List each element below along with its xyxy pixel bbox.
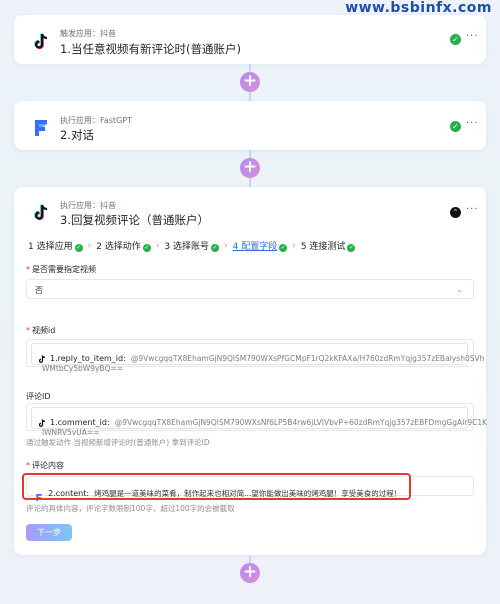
chat-step-card[interactable]: 执行应用：FastGPT 2.对话 ✓ ··· <box>14 101 486 150</box>
trigger-app-label: 触发应用：抖音 <box>60 29 116 38</box>
variable-value: @9VwcgqqTX8EhamGjN9QlSM790WXsPfGCMpF1rQ2… <box>130 354 485 363</box>
variable-tag[interactable]: 1.comment_id: @9VwcgqqTX8EhamGjN9QlSM790… <box>31 407 487 437</box>
tiktok-icon <box>30 202 52 224</box>
check-icon: ✓ <box>211 244 219 252</box>
add-step-button[interactable]: + <box>240 563 260 583</box>
chevron-right-icon: › <box>87 240 92 251</box>
more-icon[interactable]: ··· <box>466 31 479 42</box>
comment-id-field[interactable]: 1.comment_id: @9VwcgqqTX8EhamGjN9QlSM790… <box>26 403 487 437</box>
action-app-label: 执行应用：FastGPT <box>60 116 132 125</box>
chevron-right-icon: › <box>155 240 160 251</box>
variable-value-continued: lWNRV5vUA== <box>42 428 100 437</box>
variable-value: @9VwcgqqTX8EhamGjN9QlSM790WXsNf6LP5B4rw6… <box>114 418 488 427</box>
specify-video-value: 否 <box>35 286 43 295</box>
comment-id-label: 评论ID <box>26 392 51 401</box>
chevron-down-icon: ⌄ <box>456 285 463 294</box>
variable-value-continued: WMtbCy5bW9yBQ== <box>42 364 124 373</box>
add-step-button[interactable]: + <box>240 72 260 92</box>
step-connection-test[interactable]: 5 连接测试 ✓ <box>301 239 356 252</box>
check-icon: ✓ <box>142 244 151 252</box>
step-config-fields[interactable]: 4 配置字段 ✓ <box>233 239 288 252</box>
check-icon: ✓ <box>74 244 83 252</box>
add-step-button[interactable]: + <box>240 158 260 178</box>
specify-video-select[interactable]: 否 ⌄ <box>26 279 474 299</box>
reply-app-label: 执行应用：抖音 <box>60 201 116 210</box>
chevron-right-icon: › <box>224 240 228 251</box>
trigger-step-title: 1.当任意视频有新评论时(普通账户) <box>60 42 241 56</box>
check-icon: ✓ <box>450 121 461 132</box>
reply-step-title: 3.回复视频评论（普通账户） <box>60 213 209 227</box>
chevron-right-icon: › <box>292 240 296 251</box>
check-icon: ✓ <box>450 34 461 45</box>
config-steps: 1 选择应用 ✓ › 2 选择动作 ✓ › 3 选择账号 ✓ › 4 配置字段 ✓ › … <box>28 239 356 252</box>
variable-tag[interactable]: 1.reply_to_item_id: @9VwcgqqTX8EhamGjN9Q… <box>31 343 484 373</box>
trigger-step-card[interactable]: 触发应用：抖音 1.当任意视频有新评论时(普通账户) ✓ ··· <box>14 15 486 64</box>
connector-line <box>249 178 251 187</box>
more-icon[interactable]: ··· <box>466 204 479 215</box>
step-select-account[interactable]: 3 选择账号 ✓ <box>164 239 219 252</box>
video-id-field[interactable]: 1.reply_to_item_id: @9VwcgqqTX8EhamGjN9Q… <box>26 339 484 373</box>
next-step-button[interactable]: 下一步 <box>26 524 72 541</box>
specify-video-label: * 是否需要指定视频 <box>26 265 96 274</box>
comment-content-label: * 评论内容 <box>26 461 64 470</box>
collapse-icon[interactable]: ⌃ <box>450 207 461 218</box>
check-icon: ✓ <box>347 244 356 252</box>
more-icon[interactable]: ··· <box>466 118 479 129</box>
fastgpt-icon <box>30 117 52 139</box>
step-select-action[interactable]: 2 选择动作 ✓ <box>96 239 151 252</box>
video-id-label: * 视频id <box>26 326 56 335</box>
connector-line <box>249 92 251 101</box>
comment-id-hint: 通过触发动作 当视频新增评论时(普通账户) 拿到评论ID <box>26 438 210 447</box>
highlight-box <box>22 473 411 500</box>
tiktok-icon <box>30 31 52 53</box>
watermark: www.bsbinfx.com <box>345 0 492 16</box>
comment-content-hint: 评论的具体内容，评论字数限制100字，超过100字的会被截取 <box>26 504 235 513</box>
check-icon: ✓ <box>279 244 288 252</box>
chat-step-title: 2.对话 <box>60 128 94 142</box>
step-select-app[interactable]: 1 选择应用 ✓ <box>28 239 83 252</box>
